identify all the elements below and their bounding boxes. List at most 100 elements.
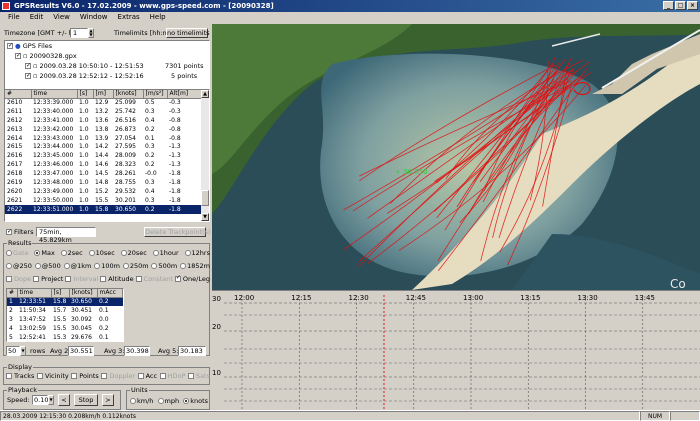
radio-button[interactable] xyxy=(180,263,187,269)
minimize-button[interactable]: _ xyxy=(663,1,674,10)
display-items-option[interactable]: Sats xyxy=(187,372,210,381)
result-row[interactable]: 2 11:50:34 15.7 30.451 0.1 xyxy=(7,306,123,315)
filters-value[interactable]: 75min, 45.829km xyxy=(36,227,96,244)
radio-button[interactable] xyxy=(94,263,101,269)
close-button[interactable]: × xyxy=(687,1,698,10)
units-options-option[interactable]: knots xyxy=(183,397,208,406)
radio-button[interactable] xyxy=(88,250,95,256)
results-row2-option[interactable]: 500m xyxy=(151,262,177,271)
results-row2-option[interactable]: 250m xyxy=(122,262,149,271)
checkbox[interactable] xyxy=(100,276,107,282)
units-options-option[interactable]: km/h xyxy=(130,397,153,406)
timezone-spinner[interactable]: ▲ ▼ xyxy=(88,28,94,38)
result-row[interactable]: 5 12:52:41 15.3 29.676 0.1 xyxy=(7,333,123,341)
col-seconds[interactable]: [s] xyxy=(77,90,94,99)
playback-prev-button[interactable]: < xyxy=(58,394,70,406)
trackpoint-row[interactable]: 2613 12:33:42.000 1.0 13.8 26.873 0.2 -0.8 xyxy=(5,125,203,134)
col-time[interactable]: time xyxy=(31,90,78,99)
display-items-option[interactable]: Vicinity xyxy=(36,372,69,381)
trackpoint-row[interactable]: 2620 12:33:49.000 1.0 15.2 29.532 0.4 -1.8 xyxy=(5,187,203,196)
radio-button[interactable] xyxy=(34,250,41,256)
results-row2-option[interactable]: @1km xyxy=(63,262,91,271)
results-row1-option[interactable]: Max xyxy=(34,249,55,258)
trackpoint-row[interactable]: 2612 12:33:41.000 1.0 13.6 26.516 0.4 -0.8 xyxy=(5,116,203,125)
checkbox[interactable] xyxy=(6,276,12,282)
rows-dropdown-icon[interactable]: ▼ xyxy=(20,346,26,356)
results-row1-option[interactable]: 20sec xyxy=(120,249,147,258)
result-row[interactable]: 3 13:47:52 15.5 30.092 0.0 xyxy=(7,315,123,324)
col-meters[interactable]: [m] xyxy=(93,90,114,99)
radio-button[interactable] xyxy=(122,263,129,269)
units-options-option[interactable]: mph xyxy=(157,397,179,406)
radio-button[interactable] xyxy=(60,250,67,256)
tree-file[interactable]: ▫ 20090328.gpx xyxy=(15,51,77,61)
satellite-map[interactable]: + 30.650 Co xyxy=(212,24,700,290)
radio-button[interactable] xyxy=(183,398,190,404)
col-index[interactable]: # xyxy=(5,90,32,99)
speed-chart[interactable]: 30 20 10 12:00 12:15 12:30 12:45 13:00 13:15 13:… xyxy=(212,290,700,409)
results-row3-option[interactable]: One/Leg xyxy=(174,274,210,284)
trackpoint-row[interactable]: 2619 12:33:48.000 1.0 14.8 28.755 0.3 -1.8 xyxy=(5,178,203,187)
radio-button[interactable] xyxy=(130,398,136,404)
results-row2-option[interactable]: @500 xyxy=(34,262,61,271)
display-items-option[interactable]: Acc xyxy=(137,372,157,381)
res-col-index[interactable]: # xyxy=(7,289,18,298)
results-row2-option[interactable]: 1852m xyxy=(180,262,210,271)
res-col-knots[interactable]: [knots] xyxy=(69,289,98,298)
tree-track-2[interactable]: ▫ 2009.03.28 12:52:12 - 12:52:16 xyxy=(25,71,144,81)
menu-file[interactable]: File xyxy=(3,12,25,23)
checkbox[interactable] xyxy=(174,274,181,282)
res-col-macc[interactable]: mAcc xyxy=(97,289,123,298)
trackpoint-row[interactable]: 2621 12:33:50.000 1.0 15.5 30.201 0.3 -1.8 xyxy=(5,196,203,205)
results-row1-option[interactable]: 2sec xyxy=(60,249,83,258)
playback-speed-input[interactable]: 0.10s xyxy=(32,395,52,405)
filters-checkbox[interactable] xyxy=(6,227,12,236)
result-row[interactable]: 4 13:02:59 15.5 30.045 0.2 xyxy=(7,324,123,333)
playback-next-button[interactable]: > xyxy=(102,394,114,406)
tree-track-1-checkbox[interactable] xyxy=(25,61,31,70)
col-altitude[interactable]: Alt[m] xyxy=(167,90,203,99)
checkbox[interactable] xyxy=(71,373,78,379)
scroll-up-icon[interactable]: ▲ xyxy=(201,90,209,98)
display-items-option[interactable]: Doppler xyxy=(101,372,135,381)
radio-button[interactable] xyxy=(157,398,164,404)
no-timelimits-button[interactable]: no timelimits xyxy=(166,28,210,38)
checkbox[interactable] xyxy=(36,373,43,379)
trackpoint-row[interactable]: 2617 12:33:46.000 1.0 14.6 28.323 0.2 -1.3 xyxy=(5,160,203,169)
col-knots[interactable]: [knots] xyxy=(113,90,144,99)
tree-root[interactable]: ● GPS Files xyxy=(7,41,52,51)
tree-file-checkbox[interactable] xyxy=(15,51,21,60)
results-row3-option[interactable]: Constant xyxy=(135,275,173,284)
checkbox[interactable] xyxy=(159,373,166,379)
trackpoint-row[interactable]: 2616 12:33:45.000 1.0 14.4 28.009 0.2 -1.3 xyxy=(5,151,203,160)
trackpoint-row[interactable]: 2611 12:33:40.000 1.0 13.2 25.742 0.3 -0.3 xyxy=(5,107,203,116)
menu-extras[interactable]: Extras xyxy=(113,12,145,23)
trackpoint-row[interactable]: 2622 12:33:51.000 1.0 15.8 30.650 0.2 -1.8 xyxy=(5,204,203,214)
display-items-option[interactable]: HDoP xyxy=(159,372,185,381)
res-col-time[interactable]: time xyxy=(17,289,52,298)
results-row1-option[interactable]: Gate xyxy=(6,249,29,258)
radio-button[interactable] xyxy=(151,263,158,269)
radio-button[interactable] xyxy=(184,250,191,256)
menu-view[interactable]: View xyxy=(48,12,75,23)
res-col-seconds[interactable]: [s] xyxy=(51,289,70,298)
checkbox[interactable] xyxy=(101,373,108,379)
speed-chart-canvas[interactable]: 30 20 10 12:00 12:15 12:30 12:45 13:00 13:15 13:… xyxy=(212,291,700,409)
tree-root-checkbox[interactable] xyxy=(7,41,13,50)
maximize-button[interactable]: □ xyxy=(675,1,686,10)
delete-trackpoints-button[interactable]: Delete Trackpoint(s) xyxy=(144,227,210,237)
trackpoint-row[interactable]: 2614 12:33:43.000 1.0 13.9 27.054 0.1 -0.8 xyxy=(5,134,203,143)
radio-button[interactable] xyxy=(120,250,127,256)
trackpoint-row[interactable]: 2610 12:33:39.000 1.0 12.9 25.099 0.5 -0.3 xyxy=(5,98,203,107)
radio-button[interactable] xyxy=(6,263,12,269)
checkbox[interactable] xyxy=(33,276,40,282)
checkbox[interactable] xyxy=(137,373,144,379)
speed-dropdown-icon[interactable]: ▼ xyxy=(48,395,54,405)
menu-edit[interactable]: Edit xyxy=(25,12,49,23)
results-row2-option[interactable]: 100m xyxy=(94,262,120,271)
trackpoint-row[interactable]: 2615 12:33:44.000 1.0 14.2 27.595 0.3 -1.3 xyxy=(5,142,203,151)
results-row1-option[interactable]: 1hour xyxy=(152,249,179,258)
scroll-thumb[interactable] xyxy=(201,190,209,206)
results-row3-option[interactable]: Dope xyxy=(6,275,31,284)
result-row[interactable]: 1 12:33:51 15.8 30.650 0.2 xyxy=(7,297,123,306)
